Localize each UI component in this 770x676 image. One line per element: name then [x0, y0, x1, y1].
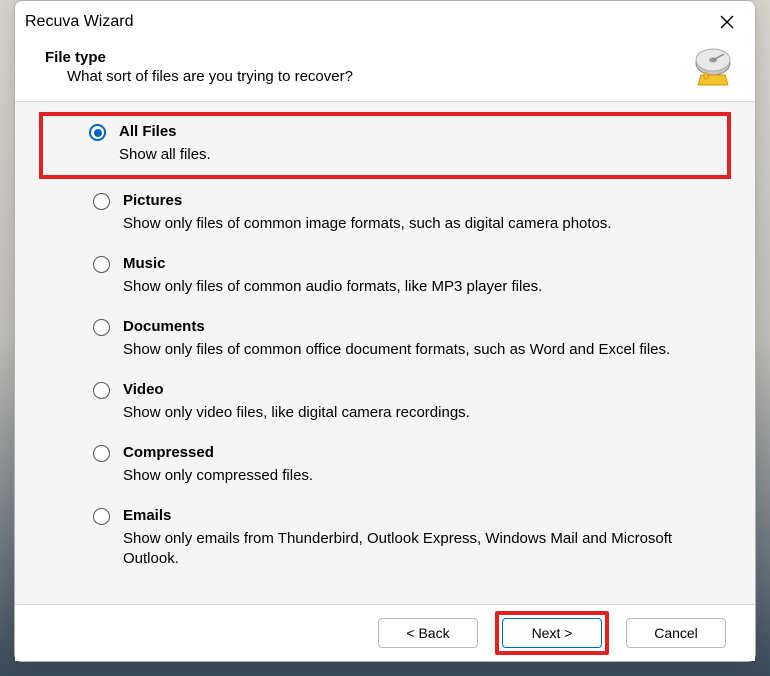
option-row: Documents Show only files of common offic… [43, 311, 727, 374]
close-icon [719, 14, 735, 30]
header-description: What sort of files are you trying to rec… [67, 68, 691, 85]
option-row: Pictures Show only files of common image … [43, 185, 727, 248]
option-row: Compressed Show only compressed files. [43, 437, 727, 500]
option-description: Show only compressed files. [123, 466, 707, 486]
option-row: All Files Show all files. [39, 112, 731, 179]
option-label[interactable]: Emails [123, 506, 707, 526]
radio-compressed[interactable] [93, 445, 110, 462]
file-type-options: All Files Show all files. Pictures Show onl… [43, 112, 727, 583]
next-button-highlight: Next > [495, 611, 609, 655]
window-title: Recuva Wizard [25, 13, 133, 31]
header-text: File type What sort of files are you try… [45, 49, 691, 85]
cancel-button[interactable]: Cancel [626, 618, 726, 648]
option-description: Show all files. [119, 145, 711, 165]
header-title: File type [45, 49, 691, 66]
wizard-header: File type What sort of files are you try… [15, 41, 755, 101]
option-description: Show only files of common image formats,… [123, 214, 707, 234]
option-description: Show only files of common audio formats,… [123, 277, 707, 297]
wizard-window: Recuva Wizard File type What sort of fil… [14, 0, 756, 662]
back-button[interactable]: < Back [378, 618, 478, 648]
option-description: Show only video files, like digital came… [123, 403, 707, 423]
radio-all-files[interactable] [89, 124, 106, 141]
titlebar: Recuva Wizard [15, 1, 755, 41]
option-label[interactable]: Music [123, 254, 707, 274]
option-label[interactable]: All Files [119, 122, 711, 142]
radio-pictures[interactable] [93, 193, 110, 210]
option-row: Music Show only files of common audio for… [43, 248, 727, 311]
option-description: Show only emails from Thunderbird, Outlo… [123, 529, 707, 569]
close-button[interactable] [713, 8, 741, 36]
next-button[interactable]: Next > [502, 618, 602, 648]
option-label[interactable]: Video [123, 380, 707, 400]
option-description: Show only files of common office documen… [123, 340, 707, 360]
radio-music[interactable] [93, 256, 110, 273]
radio-documents[interactable] [93, 319, 110, 336]
option-row: Video Show only video files, like digital… [43, 374, 727, 437]
option-label[interactable]: Compressed [123, 443, 707, 463]
wizard-content: All Files Show all files. Pictures Show onl… [15, 101, 755, 605]
radio-emails[interactable] [93, 508, 110, 525]
radio-video[interactable] [93, 382, 110, 399]
option-row: Emails Show only emails from Thunderbird,… [43, 500, 727, 583]
wizard-footer: < Back Next > Cancel [15, 605, 755, 661]
option-label[interactable]: Pictures [123, 191, 707, 211]
option-label[interactable]: Documents [123, 317, 707, 337]
hard-drive-icon [691, 45, 735, 89]
